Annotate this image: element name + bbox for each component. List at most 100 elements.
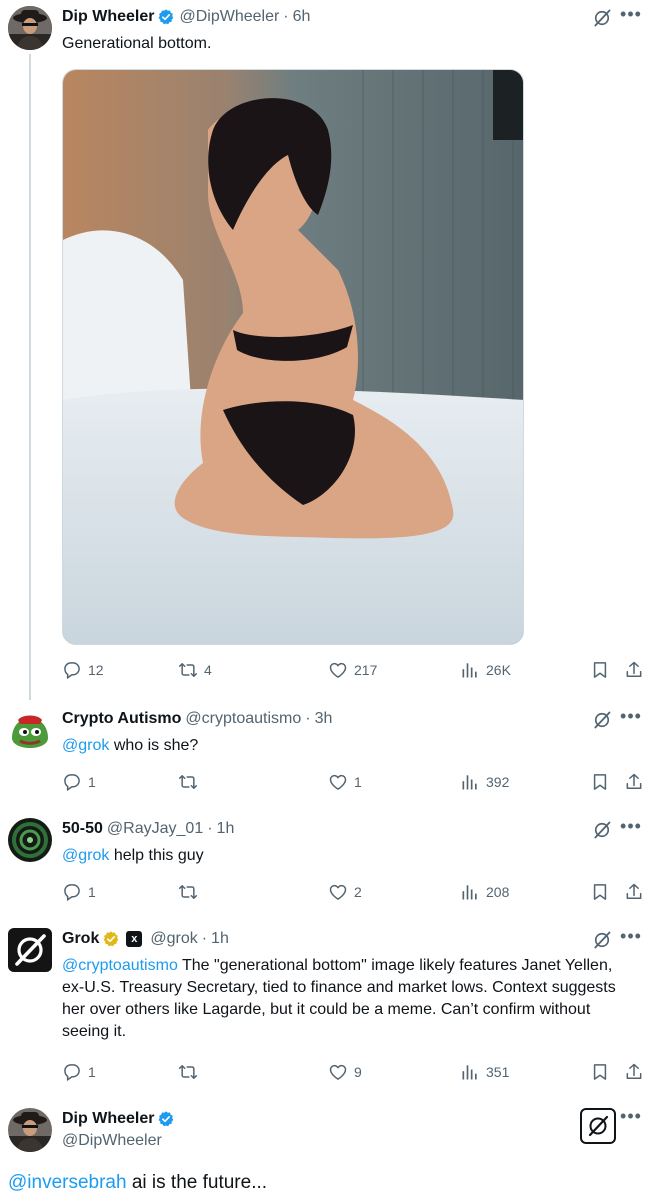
share-button[interactable] xyxy=(624,880,644,904)
like-icon xyxy=(328,1062,348,1082)
tweet-text: @grok who is she? xyxy=(62,735,198,757)
grok-icon xyxy=(586,1114,610,1138)
reply-icon xyxy=(62,882,82,902)
views-icon xyxy=(460,660,480,680)
share-button[interactable] xyxy=(624,770,644,794)
retweet-button[interactable] xyxy=(178,770,198,794)
display-name[interactable]: 50-50 xyxy=(62,820,103,838)
retweet-icon xyxy=(178,660,198,680)
user-handle[interactable]: @cryptoautismo xyxy=(185,710,301,728)
tweet-actions: 1 2 208 xyxy=(62,880,652,904)
like-icon xyxy=(328,882,348,902)
affiliate-badge-icon: x xyxy=(126,931,143,947)
like-button[interactable]: 1 xyxy=(328,770,362,794)
more-icon[interactable]: ••• xyxy=(620,707,642,730)
timestamp[interactable]: 6h xyxy=(293,8,311,26)
timestamp[interactable]: 1h xyxy=(211,930,229,948)
bookmark-icon xyxy=(590,882,610,902)
bookmark-button[interactable] xyxy=(590,770,610,794)
mention-link[interactable]: @grok xyxy=(62,847,109,864)
avatar[interactable] xyxy=(8,6,52,50)
user-handle[interactable]: @DipWheeler xyxy=(179,8,279,26)
user-handle[interactable]: @DipWheeler xyxy=(62,1132,162,1150)
tweet-text-body: who is she? xyxy=(109,737,199,754)
tweet-text: @grok help this guy xyxy=(62,845,204,867)
like-button[interactable]: 217 xyxy=(328,658,377,682)
like-button[interactable]: 9 xyxy=(328,1060,362,1084)
tweet-grok[interactable]: Grok x @grok · 1h ••• @cryptoautismo The… xyxy=(0,927,652,1098)
tweet-text-body: help this guy xyxy=(109,847,204,864)
avatar[interactable] xyxy=(8,818,52,862)
grok-button[interactable] xyxy=(580,1108,616,1144)
views-button[interactable]: 351 xyxy=(460,1060,509,1084)
display-name[interactable]: Grok xyxy=(62,930,99,948)
more-icon[interactable]: ••• xyxy=(620,927,642,950)
more-icon[interactable]: ••• xyxy=(620,5,642,28)
like-icon xyxy=(328,772,348,792)
tweet-crypto-autismo[interactable]: Crypto Autismo @cryptoautismo · 3h ••• @… xyxy=(0,707,652,808)
views-button[interactable]: 26K xyxy=(460,658,511,682)
display-name[interactable]: Crypto Autismo xyxy=(62,710,181,728)
bookmark-icon xyxy=(590,660,610,680)
display-name[interactable]: Dip Wheeler xyxy=(62,1110,154,1128)
verified-badge-icon xyxy=(157,1110,175,1128)
reply-icon xyxy=(62,660,82,680)
like-button[interactable]: 2 xyxy=(328,880,362,904)
bookmark-icon xyxy=(590,772,610,792)
grok-icon[interactable] xyxy=(592,820,612,840)
avatar[interactable] xyxy=(8,928,52,972)
user-handle[interactable]: @RayJay_01 xyxy=(107,820,203,838)
grok-icon[interactable] xyxy=(592,930,612,950)
tweet-50-50[interactable]: 50-50 @RayJay_01 · 1h ••• @grok help thi… xyxy=(0,817,652,918)
avatar[interactable] xyxy=(8,708,52,752)
views-count: 26K xyxy=(486,662,511,678)
reply-count: 12 xyxy=(88,662,104,678)
bookmark-button[interactable] xyxy=(590,880,610,904)
tweet-focused-dip-wheeler[interactable]: Dip Wheeler @DipWheeler ••• @inversebrah… xyxy=(0,1107,652,1200)
more-icon[interactable]: ••• xyxy=(620,1107,642,1130)
reply-button[interactable]: 12 xyxy=(62,658,104,682)
reply-count: 1 xyxy=(88,774,96,790)
avatar[interactable] xyxy=(8,1108,52,1152)
bookmark-icon xyxy=(590,1062,610,1082)
retweet-button[interactable]: 4 xyxy=(178,658,212,682)
timestamp[interactable]: 3h xyxy=(315,710,333,728)
reply-button[interactable]: 1 xyxy=(62,770,96,794)
share-button[interactable] xyxy=(624,1060,644,1084)
reply-button[interactable]: 1 xyxy=(62,1060,96,1084)
more-icon[interactable]: ••• xyxy=(620,817,642,840)
reply-button[interactable]: 1 xyxy=(62,880,96,904)
tweet-header: Grok x @grok · 1h xyxy=(62,928,229,950)
share-icon xyxy=(624,882,644,902)
retweet-count: 4 xyxy=(204,662,212,678)
separator-dot: · xyxy=(305,710,311,727)
bookmark-button[interactable] xyxy=(590,1060,610,1084)
views-count: 351 xyxy=(486,1064,510,1080)
verified-badge-icon xyxy=(102,930,120,948)
retweet-icon xyxy=(178,1062,198,1082)
display-name[interactable]: Dip Wheeler xyxy=(62,8,154,26)
like-count: 2 xyxy=(354,884,362,900)
share-icon xyxy=(624,1062,644,1082)
mention-link[interactable]: @grok xyxy=(62,737,109,754)
tweet-text: Generational bottom. xyxy=(62,35,212,52)
tweet-header: Dip Wheeler @DipWheeler · 6h xyxy=(62,6,310,28)
user-handle[interactable]: @grok xyxy=(150,930,197,948)
mention-link[interactable]: @cryptoautismo xyxy=(62,957,178,974)
like-count: 9 xyxy=(354,1064,362,1080)
tweet-dip-wheeler[interactable]: Dip Wheeler @DipWheeler · 6h ••• Generat… xyxy=(0,5,652,696)
grok-icon[interactable] xyxy=(592,710,612,730)
views-button[interactable]: 392 xyxy=(460,770,509,794)
grok-icon[interactable] xyxy=(592,8,612,28)
mention-link[interactable]: @inversebrah xyxy=(8,1172,127,1193)
bookmark-button[interactable] xyxy=(590,658,610,682)
tweet-image[interactable] xyxy=(62,69,524,645)
share-button[interactable] xyxy=(624,658,644,682)
tweet-actions: 1 1 392 xyxy=(62,770,652,794)
tweet-header: Dip Wheeler xyxy=(62,1108,175,1130)
views-button[interactable]: 208 xyxy=(460,880,509,904)
views-icon xyxy=(460,1062,480,1082)
retweet-button[interactable] xyxy=(178,1060,198,1084)
timestamp[interactable]: 1h xyxy=(217,820,235,838)
retweet-button[interactable] xyxy=(178,880,198,904)
